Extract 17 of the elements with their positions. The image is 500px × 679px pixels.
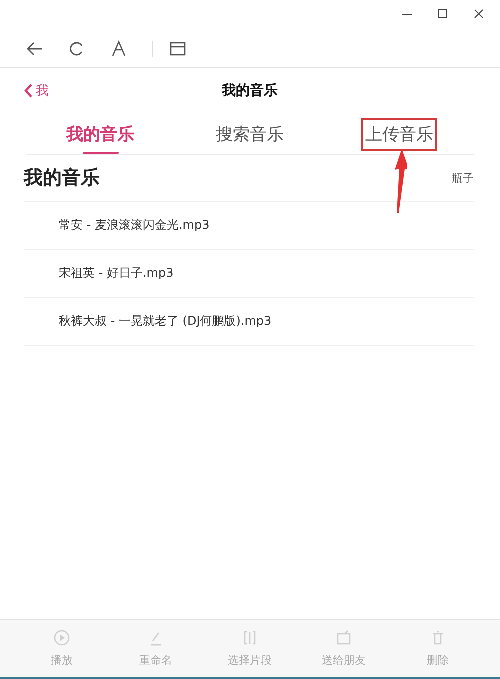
font-icon[interactable] bbox=[110, 40, 128, 58]
tab[interactable]: 我的音乐 bbox=[62, 118, 139, 151]
tab[interactable]: 上传音乐 bbox=[361, 118, 438, 151]
tab[interactable]: 搜索音乐 bbox=[212, 118, 288, 151]
tab-underline bbox=[82, 152, 119, 154]
back-arrow-icon[interactable] bbox=[26, 40, 44, 58]
share-icon bbox=[335, 629, 353, 647]
song-item[interactable]: 常安 - 麦浪滚滚闪金光.mp3 bbox=[24, 202, 474, 250]
section-title: 我的音乐 bbox=[24, 166, 100, 191]
song-item[interactable]: 秋裤大叔 - 一晃就老了 (DJ何鹏版).mp3 bbox=[24, 298, 474, 346]
play-icon bbox=[53, 629, 71, 647]
user-name: 瓶子 bbox=[452, 170, 474, 186]
chevron-icon bbox=[24, 84, 33, 98]
window-icon[interactable] bbox=[169, 40, 187, 58]
back-link[interactable]: 我 bbox=[24, 82, 49, 100]
song-item[interactable]: 宋祖英 - 好日子.mp3 bbox=[24, 250, 474, 298]
page-title: 我的音乐 bbox=[222, 83, 278, 99]
